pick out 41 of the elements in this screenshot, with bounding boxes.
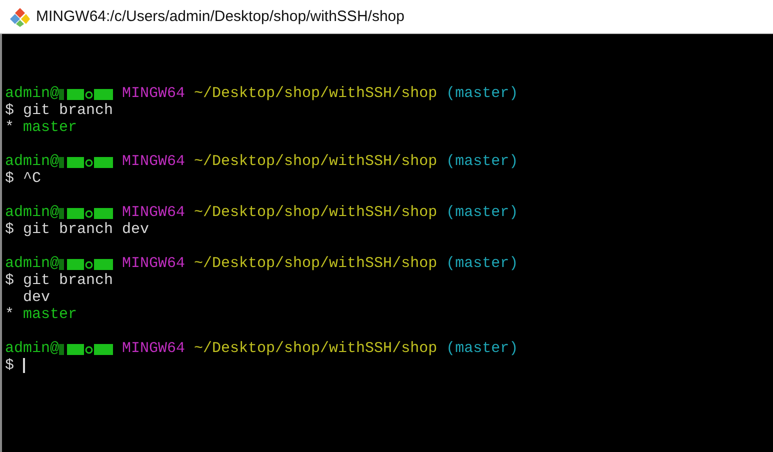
shell-name: MINGW64 — [122, 255, 186, 272]
shell-name: MINGW64 — [122, 153, 186, 170]
command-text: git branch dev — [23, 221, 150, 238]
git-branch-label: (master) — [446, 153, 518, 170]
prompt-user: admin@ — [5, 85, 60, 102]
prompt-user: admin@ — [5, 204, 60, 221]
branch-name: dev — [23, 289, 50, 306]
prompt-path: ~/Desktop/shop/withSSH/shop — [194, 255, 438, 272]
current-branch-marker: * — [5, 306, 16, 323]
redacted-hostname-drawing — [59, 342, 114, 356]
git-branch-label: (master) — [446, 204, 518, 221]
shell-name: MINGW64 — [122, 85, 186, 102]
redacted-hostname-drawing — [59, 154, 114, 168]
redacted-hostname-drawing — [59, 86, 114, 100]
command-text: ^C — [23, 170, 42, 187]
prompt-user: admin@ — [5, 255, 60, 272]
app-logo-icon — [10, 6, 30, 26]
prompt-symbol: $ — [5, 221, 14, 238]
redacted-hostname-drawing — [59, 256, 114, 270]
git-branch-label: (master) — [446, 85, 518, 102]
shell-name: MINGW64 — [122, 204, 186, 221]
branch-name: master — [23, 306, 78, 323]
prompt-path: ~/Desktop/shop/withSSH/shop — [194, 340, 438, 357]
command-text: git branch — [23, 272, 114, 289]
current-branch-marker: * — [5, 119, 16, 136]
prompt-symbol: $ — [5, 272, 14, 289]
prompt-user: admin@ — [5, 340, 60, 357]
prompt-symbol: $ — [5, 102, 14, 119]
branch-name: master — [23, 119, 78, 136]
prompt-path: ~/Desktop/shop/withSSH/shop — [194, 85, 438, 102]
git-branch-label: (master) — [446, 255, 518, 272]
git-branch-label: (master) — [446, 340, 518, 357]
window-title: MINGW64:/c/Users/admin/Desktop/shop/withSSH/shop — [36, 8, 404, 25]
prompt-user: admin@ — [5, 153, 60, 170]
shell-name: MINGW64 — [122, 340, 186, 357]
command-text: git branch — [23, 102, 114, 119]
prompt-path: ~/Desktop/shop/withSSH/shop — [194, 204, 438, 221]
redacted-hostname-drawing — [59, 206, 114, 220]
prompt-symbol: $ — [5, 357, 14, 374]
prompt-path: ~/Desktop/shop/withSSH/shop — [194, 153, 438, 170]
prompt-symbol: $ — [5, 170, 14, 187]
